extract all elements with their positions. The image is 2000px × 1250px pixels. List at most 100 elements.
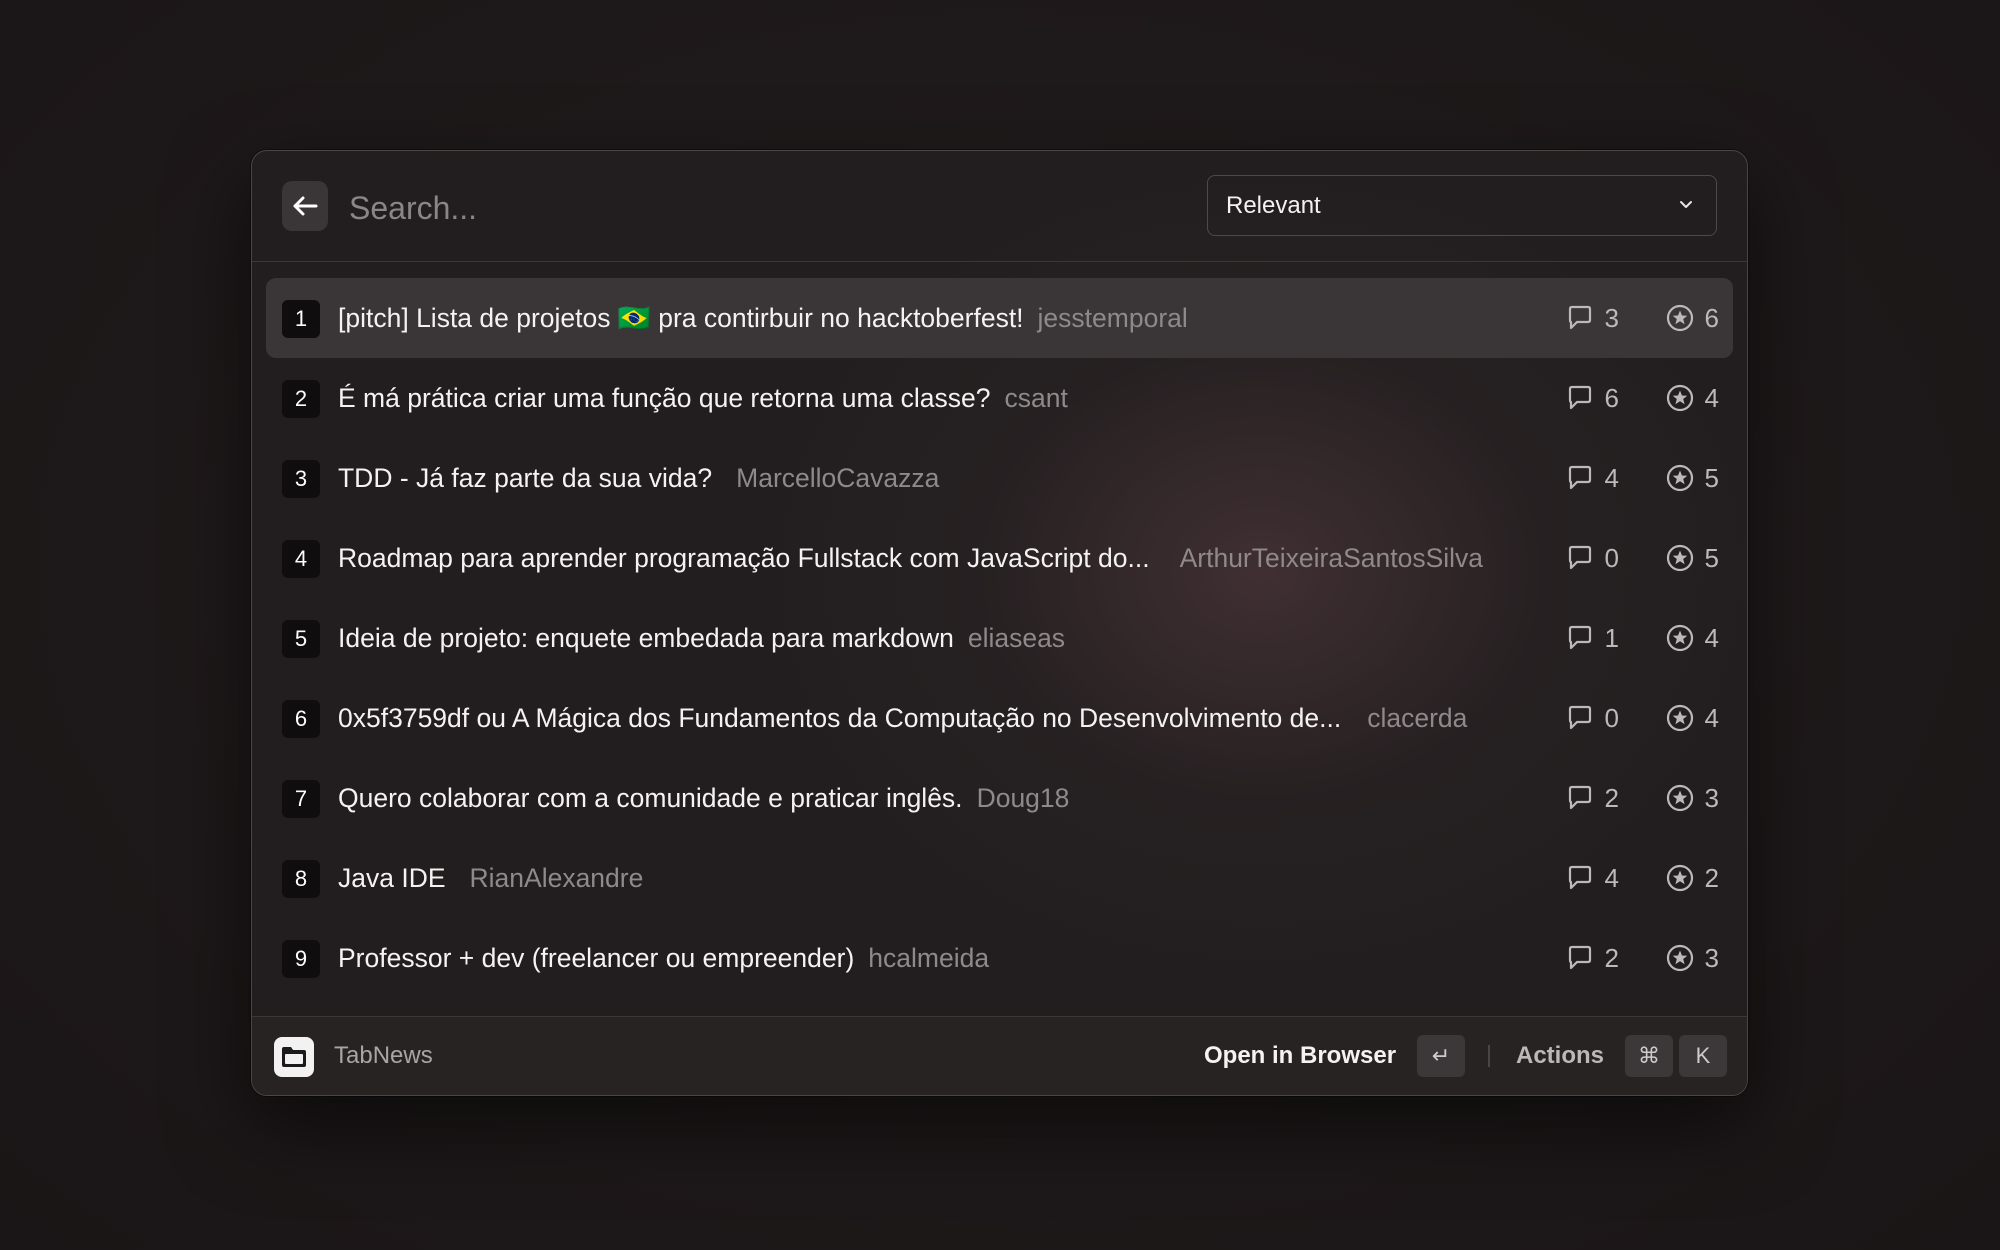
item-index: 5: [282, 620, 320, 658]
list-item[interactable]: 2 É má prática criar uma função que reto…: [266, 358, 1733, 438]
comment-count: 6: [1604, 382, 1619, 413]
item-index: 9: [282, 940, 320, 978]
comment-icon: [1568, 465, 1591, 490]
item-index: 3: [282, 460, 320, 498]
item-author: clacerda: [1367, 703, 1468, 733]
list-item[interactable]: 6 0x5f3759df ou A Mágica dos Fundamentos…: [266, 678, 1733, 758]
open-in-browser-action[interactable]: Open in Browser: [1204, 1017, 1396, 1095]
command-palette-window: Relevant 1 [pitch] Lista de projetos 🇧🇷 …: [251, 150, 1748, 1096]
comment-count: 2: [1604, 942, 1619, 973]
item-index: 1: [282, 300, 320, 338]
item-meta: 3 6: [1565, 278, 1719, 358]
item-title-line: Roadmap para aprender programação Fullst…: [338, 518, 1483, 598]
folder-icon: [282, 1047, 306, 1067]
chevron-down-icon: [1680, 201, 1692, 208]
item-title: Ideia de projeto: enquete embedada para …: [338, 623, 954, 653]
item-index: 6: [282, 700, 320, 738]
item-meta: 4 2: [1565, 838, 1719, 918]
list-item[interactable]: 1 [pitch] Lista de projetos 🇧🇷 pra conti…: [266, 278, 1733, 358]
star-count: 3: [1704, 942, 1719, 973]
comment-icon: [1568, 305, 1591, 330]
list-item[interactable]: 7 Quero colaborar com a comunidade e pra…: [266, 758, 1733, 838]
item-title: É má prática criar uma função que retorn…: [338, 383, 991, 413]
list-item[interactable]: 9 Professor + dev (freelancer ou empreen…: [266, 918, 1733, 998]
item-title-line: Quero colaborar com a comunidade e prati…: [338, 758, 1069, 838]
item-title: [pitch] Lista de projetos 🇧🇷 pra contirb…: [338, 303, 1024, 333]
comment-count: 4: [1604, 462, 1619, 493]
item-index: 8: [282, 860, 320, 898]
sort-dropdown[interactable]: Relevant: [1207, 175, 1717, 236]
comment-count: 0: [1604, 702, 1619, 733]
item-meta: 6 4: [1565, 358, 1719, 438]
list-item[interactable]: 4 Roadmap para aprender programação Full…: [266, 518, 1733, 598]
star-badge-icon: [1666, 624, 1693, 652]
item-author: eliaseas: [967, 623, 1066, 653]
item-title: Roadmap para aprender programação Fullst…: [338, 543, 1150, 573]
star-count: 5: [1704, 462, 1719, 493]
star-badge-icon: [1666, 544, 1693, 572]
comment-count: 3: [1604, 302, 1619, 333]
comment-icon: [1568, 865, 1591, 890]
item-title-line: É má prática criar uma função que retorn…: [338, 358, 1068, 438]
comment-count: 4: [1604, 862, 1619, 893]
item-title-line: 0x5f3759df ou A Mágica dos Fundamentos d…: [338, 678, 1467, 758]
item-title-line: [pitch] Lista de projetos 🇧🇷 pra contirb…: [338, 278, 1188, 358]
actions-button[interactable]: Actions: [1516, 1017, 1604, 1095]
item-title: TDD - Já faz parte da sua vida?: [338, 463, 713, 493]
star-badge-icon: [1666, 784, 1693, 812]
item-title-line: Ideia de projeto: enquete embedada para …: [338, 598, 1065, 678]
star-count: 4: [1704, 622, 1719, 653]
app-name: TabNews: [334, 1042, 433, 1069]
comment-icon: [1568, 625, 1591, 650]
star-count: 2: [1704, 862, 1719, 893]
arrow-left-icon: [293, 196, 318, 216]
star-count: 6: [1704, 302, 1719, 333]
list-item[interactable]: 3 TDD - Já faz parte da sua vida? Marcell…: [266, 438, 1733, 518]
star-count: 5: [1704, 542, 1719, 573]
item-title-line: Professor + dev (freelancer ou empreende…: [338, 918, 989, 998]
sort-dropdown-value: Relevant: [1226, 191, 1321, 219]
item-meta: 2 3: [1565, 918, 1719, 998]
item-author: RianAlexandre: [469, 863, 644, 893]
item-meta: 2 3: [1565, 758, 1719, 838]
item-index: 4: [282, 540, 320, 578]
star-badge-icon: [1666, 944, 1693, 972]
star-badge-icon: [1666, 384, 1693, 412]
k-key-hint: K: [1679, 1035, 1727, 1077]
comment-icon: [1568, 545, 1591, 570]
action-bar: TabNews Open in Browser ↵ Actions ⌘ K: [252, 1016, 1747, 1095]
comment-icon: [1568, 705, 1591, 730]
star-badge-icon: [1666, 464, 1693, 492]
star-badge-icon: [1666, 704, 1693, 732]
comment-count: 1: [1604, 622, 1619, 653]
comment-icon: [1568, 945, 1591, 970]
item-index: 2: [282, 380, 320, 418]
footer-divider: [1488, 1045, 1490, 1067]
list-item[interactable]: 8 Java IDE RianAlexandre 4 2: [266, 838, 1733, 918]
item-title-line: TDD - Já faz parte da sua vida? MarcelloC…: [338, 438, 939, 518]
list-item[interactable]: 5 Ideia de projeto: enquete embedada par…: [266, 598, 1733, 678]
item-meta: 0 5: [1565, 518, 1719, 598]
item-author: csant: [1004, 383, 1068, 413]
item-title-line: Java IDE RianAlexandre: [338, 838, 643, 918]
back-button[interactable]: [282, 181, 328, 231]
comment-count: 2: [1604, 782, 1619, 813]
item-author: hcalmeida: [868, 943, 990, 973]
item-title: Quero colaborar com a comunidade e prati…: [338, 783, 963, 813]
item-meta: 1 4: [1565, 598, 1719, 678]
star-count: 4: [1704, 702, 1719, 733]
results-list: 1 [pitch] Lista de projetos 🇧🇷 pra conti…: [266, 278, 1733, 998]
star-count: 3: [1704, 782, 1719, 813]
item-meta: 0 4: [1565, 678, 1719, 758]
search-input[interactable]: [347, 179, 951, 237]
item-title: 0x5f3759df ou A Mágica dos Fundamentos d…: [338, 703, 1342, 733]
star-badge-icon: [1666, 864, 1693, 892]
item-index: 7: [282, 780, 320, 818]
app-icon: [274, 1037, 314, 1077]
item-author: jesstemporal: [1037, 303, 1188, 333]
item-title: Java IDE: [338, 863, 446, 893]
item-author: ArthurTeixeiraSantosSilva: [1179, 543, 1484, 573]
star-count: 4: [1704, 382, 1719, 413]
star-badge-icon: [1666, 304, 1693, 332]
comment-icon: [1568, 385, 1591, 410]
